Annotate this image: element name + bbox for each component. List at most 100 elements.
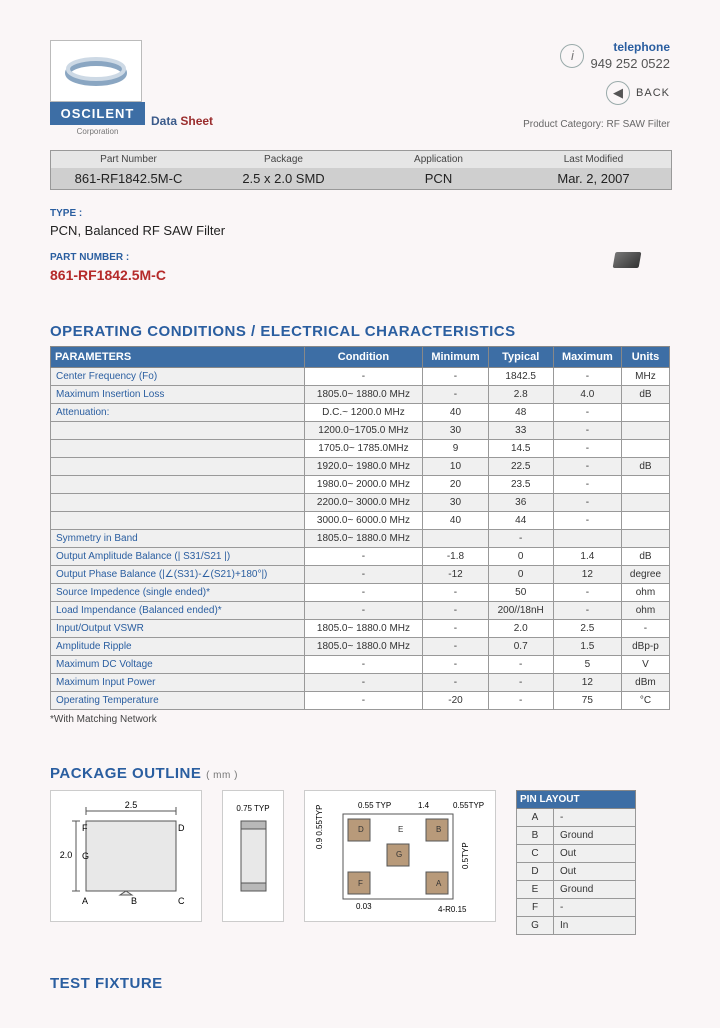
char-cell: -	[304, 692, 423, 710]
logo-text: OSCILENT	[50, 102, 145, 125]
char-cell: 12	[553, 566, 621, 584]
pin-layout-table: PIN LAYOUT A-BGroundCOutDOutEGroundF-GIn	[516, 790, 636, 935]
char-cell: ohm	[621, 602, 669, 620]
char-row: 1200.0~1705.0 MHz3033-	[51, 422, 670, 440]
char-cell	[553, 530, 621, 548]
char-cell	[621, 440, 669, 458]
dim-width: 2.5	[125, 800, 138, 810]
char-cell: -	[553, 512, 621, 530]
char-cell: -	[304, 584, 423, 602]
char-row: Amplitude Ripple1805.0~ 1880.0 MHz-0.71.…	[51, 638, 670, 656]
char-cell: -	[553, 494, 621, 512]
char-cell: dBp-p	[621, 638, 669, 656]
pin-cell: A	[517, 809, 554, 827]
char-cell	[51, 512, 305, 530]
pin-cell: Out	[554, 863, 636, 881]
char-cell: 1805.0~ 1880.0 MHz	[304, 638, 423, 656]
char-th-minimum: Minimum	[423, 347, 488, 368]
char-cell: dB	[621, 458, 669, 476]
char-cell: -	[621, 620, 669, 638]
char-cell: 2.5	[553, 620, 621, 638]
char-cell: 75	[553, 692, 621, 710]
char-cell: -	[304, 368, 423, 386]
info-head-package: Package	[206, 151, 361, 168]
phone-icon: i	[560, 44, 584, 68]
char-cell	[621, 494, 669, 512]
pin-cell: Ground	[554, 881, 636, 899]
info-val-application: PCN	[361, 168, 516, 189]
char-cell: Attenuation:	[51, 404, 305, 422]
char-row: Symmetry in Band1805.0~ 1880.0 MHz-	[51, 530, 670, 548]
pin-cell: -	[554, 899, 636, 917]
package-side-view: 0.75 TYP	[222, 790, 284, 922]
char-cell: -	[553, 584, 621, 602]
chip-icon	[613, 252, 642, 268]
info-val-partnumber: 861-RF1842.5M-C	[51, 168, 206, 189]
package-unit: ( mm )	[206, 770, 238, 781]
sheet-word: Sheet	[180, 114, 213, 128]
telephone-line: i telephone 949 252 0522	[523, 40, 670, 71]
char-cell: Output Phase Balance (|∠(S31)-∠(S21)+180…	[51, 566, 305, 584]
char-cell: 1705.0~ 1785.0MHz	[304, 440, 423, 458]
char-cell: -	[423, 656, 488, 674]
pin-layout-title: PIN LAYOUT	[517, 791, 636, 809]
char-cell: -1.8	[423, 548, 488, 566]
char-cell: Load Impendance (Balanced ended)*	[51, 602, 305, 620]
char-th-condition: Condition	[304, 347, 423, 368]
char-th-maximum: Maximum	[553, 347, 621, 368]
pin-row: A-	[517, 809, 636, 827]
svg-text:E: E	[398, 825, 403, 834]
char-cell: -	[304, 566, 423, 584]
char-row: Load Impendance (Balanced ended)*--200//…	[51, 602, 670, 620]
char-cell: 14.5	[488, 440, 553, 458]
dim-height: 2.0	[60, 850, 73, 860]
pin-cell: Ground	[554, 827, 636, 845]
partnumber-value: 861-RF1842.5M-C	[50, 267, 670, 283]
char-cell: 40	[423, 512, 488, 530]
char-cell: degree	[621, 566, 669, 584]
info-val-package: 2.5 x 2.0 SMD	[206, 168, 361, 189]
char-cell: -	[488, 530, 553, 548]
char-row: 3000.0~ 6000.0 MHz4044-	[51, 512, 670, 530]
char-cell: 36	[488, 494, 553, 512]
dim-05typ: 0.5TYP	[461, 842, 470, 869]
char-row: Maximum Input Power---12dBm	[51, 674, 670, 692]
svg-text:D: D	[358, 825, 364, 834]
char-cell: 2200.0~ 3000.0 MHz	[304, 494, 423, 512]
char-cell: -	[423, 386, 488, 404]
svg-text:B: B	[436, 825, 441, 834]
section-testfixture-title: TEST FIXTURE	[50, 975, 670, 992]
char-cell: 30	[423, 494, 488, 512]
package-title-text: PACKAGE OUTLINE	[50, 765, 201, 782]
char-cell	[51, 422, 305, 440]
svg-text:B: B	[131, 896, 137, 906]
char-cell: °C	[621, 692, 669, 710]
char-cell: Maximum Insertion Loss	[51, 386, 305, 404]
char-row: Attenuation:D.C.~ 1200.0 MHz4048-	[51, 404, 670, 422]
char-row: 2200.0~ 3000.0 MHz3036-	[51, 494, 670, 512]
char-cell: -	[488, 656, 553, 674]
char-cell: 1980.0~ 2000.0 MHz	[304, 476, 423, 494]
svg-text:G: G	[82, 851, 89, 861]
char-cell: 0	[488, 548, 553, 566]
pin-row: F-	[517, 899, 636, 917]
back-label: BACK	[636, 87, 670, 99]
svg-text:G: G	[396, 850, 402, 859]
char-row: 1980.0~ 2000.0 MHz2023.5-	[51, 476, 670, 494]
char-cell: -	[488, 692, 553, 710]
char-footnote: *With Matching Network	[50, 714, 670, 725]
char-cell: Output Amplitude Balance (| S31/S21 |)	[51, 548, 305, 566]
char-cell: V	[621, 656, 669, 674]
char-cell	[51, 440, 305, 458]
char-cell: 1805.0~ 1880.0 MHz	[304, 386, 423, 404]
svg-text:A: A	[82, 896, 88, 906]
char-cell	[621, 476, 669, 494]
info-bar: Part Number Package Application Last Mod…	[50, 150, 672, 190]
back-link[interactable]: ◀ BACK	[523, 81, 670, 105]
char-cell: 2.8	[488, 386, 553, 404]
char-cell: -	[304, 548, 423, 566]
char-cell	[621, 530, 669, 548]
pin-row: DOut	[517, 863, 636, 881]
char-cell: -	[553, 458, 621, 476]
pin-cell: C	[517, 845, 554, 863]
